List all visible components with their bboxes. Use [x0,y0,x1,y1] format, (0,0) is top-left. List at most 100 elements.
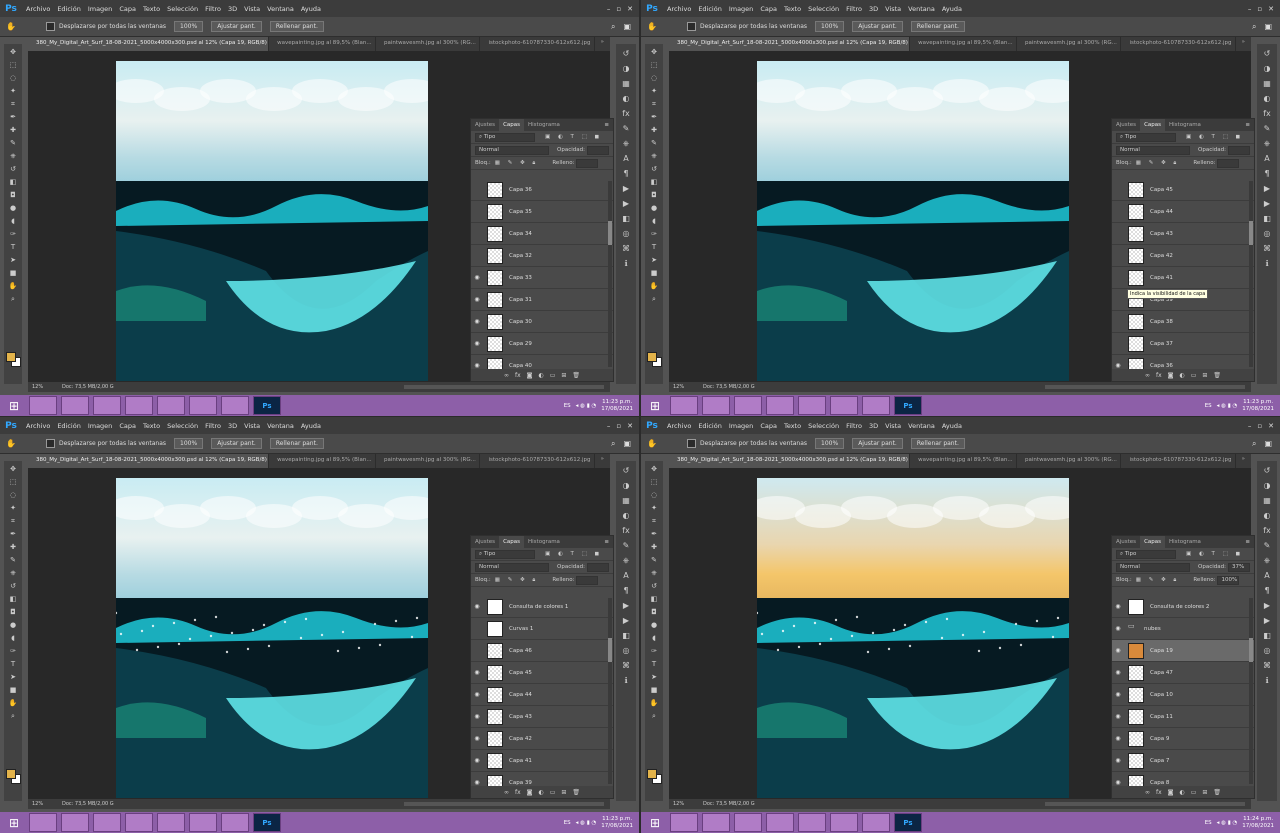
visibility-eye-icon[interactable]: ◉ [471,603,483,610]
fill-field[interactable]: 100% [1217,575,1240,585]
dodge-icon[interactable]: ◖ [7,216,19,226]
menu-ventana[interactable]: Ventana [267,422,294,430]
opacity-field[interactable] [586,562,609,572]
clock[interactable]: 11:23 p.m. 17/08/2021 [601,399,633,413]
visibility-eye-icon[interactable]: ◉ [1112,691,1124,698]
minimize-icon[interactable]: – [1248,5,1252,13]
workspace-icon[interactable]: ▣ [1264,439,1272,449]
taskbar-app-ps[interactable]: Ps [253,396,281,415]
layer-row[interactable]: ◉ Capa 40 [471,355,613,369]
dodge-icon[interactable]: ◖ [648,216,660,226]
horizontal-scrollbar[interactable] [1045,802,1245,806]
folder-icon[interactable]: ▭ [1191,372,1197,379]
menu-ayuda[interactable]: Ayuda [301,5,321,13]
minimize-icon[interactable]: – [1248,422,1252,430]
taskbar-app-explorer[interactable] [670,813,698,832]
adjustment-icon[interactable]: ◐ [538,372,543,379]
fill-field[interactable] [1217,158,1240,168]
windows-start-icon[interactable]: ⊞ [644,397,666,414]
maximize-icon[interactable]: ▫ [616,422,621,430]
adjust-icon[interactable]: ◐ [1264,94,1271,104]
scroll-all-checkbox[interactable] [45,439,55,448]
taskbar-app-word[interactable] [157,813,185,832]
artwork-canvas[interactable] [116,478,428,798]
blur-icon[interactable]: ● [648,203,660,213]
menu-imagen[interactable]: Imagen [729,5,753,13]
shape-icon[interactable]: ■ [648,685,660,695]
document-tab[interactable]: istockphoto-610787330-612x612.jpg [1121,37,1236,51]
tab-ajustes[interactable]: Ajustes [471,119,499,131]
eraser-icon[interactable]: ◧ [648,594,660,604]
maximize-icon[interactable]: ▫ [1257,5,1262,13]
document-tab[interactable]: istockphoto-610787330-612x612.jpg [480,37,595,51]
menu-filtro[interactable]: Filtro [846,422,862,430]
artwork-canvas[interactable] [757,478,1069,798]
windows-start-icon[interactable]: ⊞ [644,814,666,831]
blur-icon[interactable]: ● [648,620,660,630]
filter-icons[interactable]: ▣ ◐ T ⬚ ◼ [545,134,602,140]
taskbar-app-notepad[interactable] [221,396,249,415]
visibility-eye-icon[interactable]: ◉ [1112,647,1124,654]
heal-icon[interactable]: ✚ [7,542,19,552]
more-tabs-icon[interactable]: » [595,454,610,468]
bucket-icon[interactable]: ◘ [648,607,660,617]
folder-icon[interactable]: ▭ [550,372,556,379]
document-tab[interactable]: paintwavesmh.jpg al 300% (RG... [376,454,481,468]
tab-histograma[interactable]: Histograma [1165,536,1205,548]
menu-selección[interactable]: Selección [167,422,198,430]
menu-capa[interactable]: Capa [760,422,777,430]
swatches-icon[interactable]: ▦ [1263,496,1271,506]
taskbar-app-notepad[interactable] [862,396,890,415]
menu-archivo[interactable]: Archivo [26,5,50,13]
blend-mode-select[interactable]: Normal [1116,145,1190,155]
tab-histograma[interactable]: Histograma [1165,119,1205,131]
link-icon[interactable]: ∞ [504,789,509,796]
clock[interactable]: 11:23 p.m. 17/08/2021 [601,816,633,830]
visibility-eye-icon[interactable]: ◉ [1112,669,1124,676]
layer-row[interactable]: ◉ Capa 31 [471,289,613,311]
bucket-icon[interactable]: ◘ [7,607,19,617]
channels-icon[interactable]: ◎ [1264,646,1271,656]
tab-capas[interactable]: Capas [1140,536,1166,548]
actions-icon[interactable]: ▶ [623,184,629,194]
more-tabs-icon[interactable]: » [1236,37,1251,51]
marquee-icon[interactable]: ⬚ [7,60,19,70]
layer-row[interactable]: ◉ Capa 39 [471,772,613,786]
taskbar-app-media[interactable] [734,396,762,415]
filter-icons[interactable]: ▣ ◐ T ⬚ ◼ [1186,551,1243,557]
blur-icon[interactable]: ● [7,620,19,630]
brush-preset-icon[interactable]: ✎ [623,124,630,134]
lasso-icon[interactable]: ◌ [7,73,19,83]
paths-icon[interactable]: ⌘ [1263,244,1271,254]
visibility-eye-icon[interactable]: ◉ [471,757,483,764]
brush-preset-icon[interactable]: ✎ [1264,124,1271,134]
scroll-all-checkbox[interactable] [686,22,696,31]
clone-icon[interactable]: ⎈ [623,556,629,566]
fx-icon[interactable]: fx [1156,789,1162,796]
char-icon[interactable]: A [623,571,628,581]
tray-icons[interactable]: ◂ ◍ ▮ ◔ [1217,820,1238,826]
taskbar-app-word[interactable] [798,813,826,832]
menu-archivo[interactable]: Archivo [26,422,50,430]
adjustment-icon[interactable]: ◐ [1179,372,1184,379]
hand-icon[interactable]: ✋ [648,281,660,291]
visibility-eye-icon[interactable]: ◉ [1112,735,1124,742]
type-icon[interactable]: T [7,659,19,669]
wand-icon[interactable]: ✦ [7,503,19,513]
layer-row[interactable]: Curvas 1 [471,618,613,640]
hand-icon[interactable]: ✋ [7,698,19,708]
menu-ayuda[interactable]: Ayuda [942,5,962,13]
tray-icons[interactable]: ◂ ◍ ▮ ◔ [576,820,597,826]
document-tab[interactable]: istockphoto-610787330-612x612.jpg [480,454,595,468]
adjustment-icon[interactable]: ◐ [1179,789,1184,796]
marquee-icon[interactable]: ⬚ [648,477,660,487]
lasso-icon[interactable]: ◌ [648,73,660,83]
folder-icon[interactable]: ▭ [550,789,556,796]
blur-icon[interactable]: ● [7,203,19,213]
maximize-icon[interactable]: ▫ [616,5,621,13]
path-select-icon[interactable]: ➤ [7,672,19,682]
crop-icon[interactable]: ⌗ [7,99,19,109]
stamp-icon[interactable]: ⎈ [648,151,660,161]
layer-row[interactable]: Capa 46 [471,640,613,662]
menu-texto[interactable]: Texto [143,5,160,13]
